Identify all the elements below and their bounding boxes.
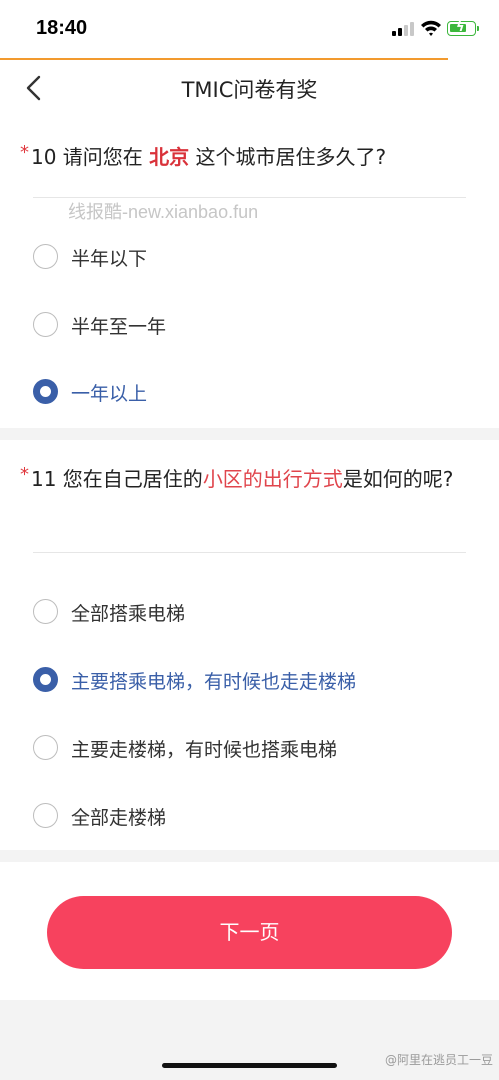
- radio-button[interactable]: [33, 735, 58, 760]
- option-label: 半年至一年: [71, 316, 167, 338]
- option-label: 主要搭乘电梯，有时候也走走楼梯: [71, 671, 357, 693]
- battery-nub: [477, 26, 479, 31]
- battery-icon: ϟ: [447, 20, 476, 36]
- question-11-suffix: 是如何的呢?: [342, 467, 454, 491]
- status-time: 18:40: [36, 17, 88, 39]
- signal-icon: [392, 22, 414, 36]
- watermark-text: 线报酷-new.xianbao.fun: [68, 202, 259, 222]
- q10-option-0[interactable]: 半年以下: [33, 242, 453, 272]
- radio-button-checked[interactable]: [33, 667, 58, 692]
- question-11-prefix: 11 您在自己居住的: [31, 467, 203, 491]
- status-bar: 18:40 ϟ: [0, 0, 499, 58]
- next-page-button[interactable]: 下一页: [47, 896, 452, 969]
- wifi-icon: [421, 20, 441, 36]
- section-gap: [0, 850, 499, 862]
- q11-option-2[interactable]: 主要走楼梯，有时候也搭乘电梯: [33, 733, 453, 763]
- question-10-prefix: 10 请问您在: [31, 145, 150, 169]
- required-star: *: [20, 142, 29, 163]
- option-label: 全部搭乘电梯: [71, 603, 186, 625]
- radio-button[interactable]: [33, 244, 58, 269]
- option-label: 一年以上: [71, 383, 148, 405]
- radio-button[interactable]: [33, 312, 58, 337]
- q10-option-1[interactable]: 半年至一年: [33, 310, 453, 340]
- option-label: 主要走楼梯，有时候也搭乘电梯: [71, 739, 338, 761]
- home-indicator[interactable]: [162, 1063, 337, 1068]
- radio-button[interactable]: [33, 803, 58, 828]
- q11-option-0[interactable]: 全部搭乘电梯: [33, 597, 453, 627]
- question-10-suffix: 这个城市居住多久了?: [189, 145, 387, 169]
- question-11-title: * 11 您在自己居住的小区的出行方式是如何的呢?: [20, 463, 469, 495]
- q10-option-2[interactable]: 一年以上: [33, 377, 453, 407]
- required-star: *: [20, 464, 29, 485]
- question-10-title: * 10 请问您在 北京 这个城市居住多久了?: [20, 141, 469, 173]
- section-gap: [0, 428, 499, 440]
- nav-bar: TMIC问卷有奖: [0, 60, 499, 116]
- question-11-card: * 11 您在自己居住的小区的出行方式是如何的呢?: [0, 440, 499, 850]
- option-label: 半年以下: [71, 248, 148, 270]
- q11-option-1[interactable]: 主要搭乘电梯，有时候也走走楼梯: [33, 665, 453, 695]
- weibo-watermark: @阿里在逃员工一豆: [384, 1053, 493, 1067]
- question-11-highlight: 小区的出行方式: [202, 467, 343, 491]
- q11-option-3[interactable]: 全部走楼梯: [33, 801, 453, 831]
- question-11-divider: [33, 552, 466, 553]
- radio-button[interactable]: [33, 599, 58, 624]
- question-10-city: 北京: [149, 145, 190, 169]
- option-label: 全部走楼梯: [71, 807, 167, 829]
- radio-button-checked[interactable]: [33, 379, 58, 404]
- bottom-area: [0, 1000, 499, 1080]
- page-title: TMIC问卷有奖: [181, 78, 318, 102]
